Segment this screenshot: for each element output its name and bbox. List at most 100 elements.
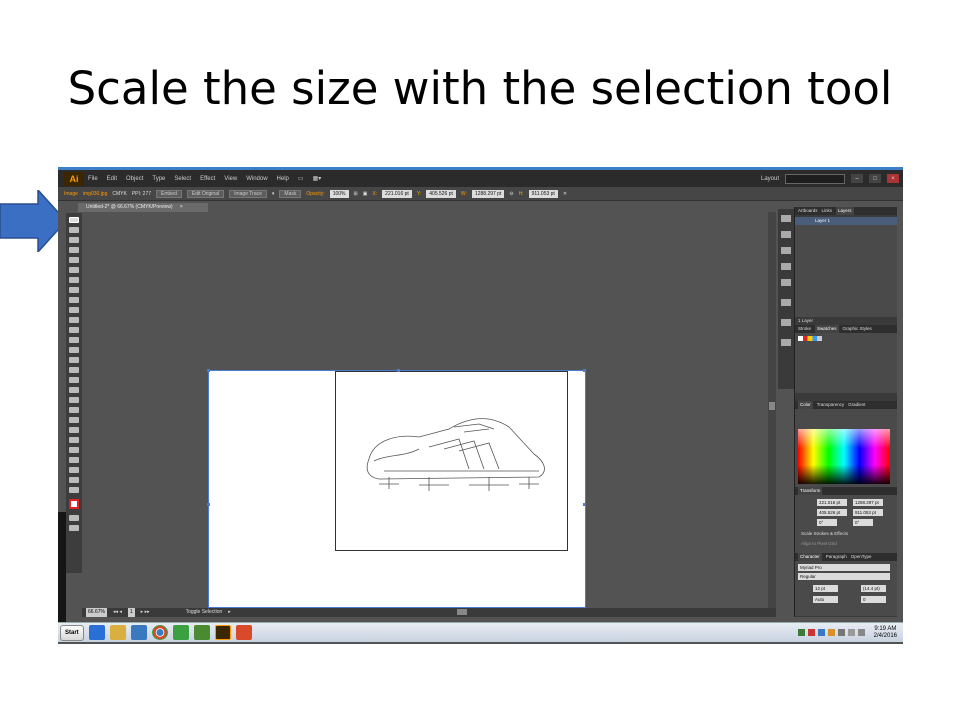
bridge-icon[interactable]: ▭ — [298, 175, 304, 182]
line-tool-icon[interactable] — [69, 277, 79, 283]
tab-gradient[interactable]: Gradient — [848, 401, 865, 409]
color-guide-icon[interactable] — [781, 215, 791, 222]
image-viewer-icon[interactable] — [193, 625, 210, 640]
pen-tool-icon[interactable] — [69, 257, 79, 263]
menu-help[interactable]: Help — [277, 176, 289, 182]
document-tab-close-icon[interactable]: × — [180, 204, 183, 210]
selection-handle-top-right[interactable] — [583, 369, 586, 372]
font-family-field[interactable]: Myriad Pro — [798, 564, 890, 571]
tracking-field[interactable]: 0 — [861, 596, 886, 603]
align-pixel-checkbox[interactable]: Align to Pixel Grid — [801, 541, 837, 546]
vertical-scrollbar-thumb[interactable] — [769, 402, 775, 410]
perspective-grid-tool-icon[interactable] — [69, 387, 79, 393]
free-transform-tool-icon[interactable] — [69, 367, 79, 373]
leading-field[interactable]: (14.4 pt) — [861, 585, 886, 592]
status-text[interactable]: Toggle Selection — [186, 608, 223, 617]
tray-orange-icon[interactable] — [827, 629, 835, 636]
menu-file[interactable]: File — [88, 176, 98, 182]
flag-icon[interactable] — [847, 629, 855, 636]
blob-brush-tool-icon[interactable] — [69, 317, 79, 323]
selection-tool-icon[interactable] — [69, 217, 79, 223]
menu-effect[interactable]: Effect — [200, 176, 215, 182]
vertical-scrollbar[interactable] — [768, 212, 776, 608]
tab-transparency[interactable]: Transparency — [817, 401, 844, 409]
selection-handle-middle-right[interactable] — [583, 503, 586, 506]
image-trace-button[interactable]: Image Trace — [229, 189, 267, 198]
minimize-button[interactable]: – — [851, 174, 863, 183]
brushes-icon[interactable] — [781, 231, 791, 238]
eraser-tool-icon[interactable] — [69, 327, 79, 333]
start-button[interactable]: Start — [60, 624, 84, 641]
artboard-nav-prev-icon[interactable]: ◂◂ ◂ — [113, 608, 122, 617]
tab-paragraph[interactable]: Paragraph — [826, 553, 847, 561]
tray-monitor-icon[interactable] — [837, 629, 845, 636]
scale-tool-icon[interactable] — [69, 347, 79, 353]
transform-icon[interactable]: ✕ — [563, 191, 567, 197]
glyphs-icon[interactable] — [781, 339, 791, 346]
tray-network-icon[interactable] — [817, 629, 825, 636]
tab-character[interactable]: Character — [798, 553, 822, 561]
status-menu-icon[interactable]: ▸ — [228, 608, 231, 617]
fill-stroke-swatch-icon[interactable] — [69, 499, 79, 509]
gradient-tool-icon[interactable] — [69, 407, 79, 413]
drawing-mode-icon[interactable] — [69, 515, 79, 521]
powerpoint-taskbar-icon[interactable] — [235, 625, 252, 640]
font-size-field[interactable]: 12 pt — [813, 585, 838, 592]
lasso-tool-icon[interactable] — [69, 247, 79, 253]
illustrator-taskbar-icon[interactable] — [214, 625, 231, 640]
h-field[interactable]: 911.053 pt — [528, 189, 558, 198]
linked-file-link[interactable]: img030.jpg — [83, 191, 107, 197]
hand-tool-icon[interactable] — [69, 477, 79, 483]
transform-x-field[interactable]: 221.016 pt — [817, 499, 847, 506]
shape-builder-tool-icon[interactable] — [69, 377, 79, 383]
artboard-number-field[interactable]: 1 — [127, 608, 135, 617]
edit-original-button[interactable]: Edit Original — [186, 189, 225, 198]
kerning-field[interactable]: Auto — [813, 596, 838, 603]
mesh-tool-icon[interactable] — [69, 397, 79, 403]
rectangle-tool-icon[interactable] — [69, 287, 79, 293]
network-app-icon[interactable] — [172, 625, 189, 640]
font-style-field[interactable]: Regular — [798, 573, 890, 580]
layer-row[interactable]: Layer 1 — [795, 217, 897, 225]
menu-type[interactable]: Type — [152, 176, 165, 182]
menu-select[interactable]: Select — [174, 176, 191, 182]
type-tool-icon[interactable] — [69, 267, 79, 273]
arrange-documents-icon[interactable]: ▦▾ — [313, 175, 322, 182]
symbols-icon[interactable] — [781, 247, 791, 254]
zoom-level-field[interactable]: 66.67% — [86, 608, 107, 617]
tab-transform[interactable]: Transform — [798, 487, 823, 495]
slice-tool-icon[interactable] — [69, 467, 79, 473]
width-tool-icon[interactable] — [69, 357, 79, 363]
column-graph-tool-icon[interactable] — [69, 447, 79, 453]
horizontal-scrollbar-thumb[interactable] — [456, 609, 467, 615]
transform-w-field[interactable]: 1288.297 pt — [853, 499, 883, 506]
direct-selection-tool-icon[interactable] — [69, 227, 79, 233]
symbol-sprayer-tool-icon[interactable] — [69, 437, 79, 443]
document-tab[interactable]: Untitled-2* @ 66.67% (CMYK/Preview) × — [78, 203, 208, 212]
color-spectrum[interactable] — [798, 429, 890, 484]
placed-image[interactable] — [207, 369, 586, 608]
tab-links[interactable]: Links — [822, 207, 833, 215]
tray-red-icon[interactable] — [807, 629, 815, 636]
align-panel-icon[interactable] — [781, 263, 791, 270]
menu-edit[interactable]: Edit — [107, 176, 117, 182]
workspace-switcher[interactable]: Layout — [761, 176, 779, 182]
selection-handle-middle-left[interactable] — [207, 503, 210, 506]
trace-preset-dropdown-icon[interactable]: ▾ — [272, 191, 275, 197]
transform-angle-field[interactable]: 0° — [817, 519, 837, 526]
reference-point-icon[interactable]: ▣ — [363, 191, 368, 197]
mask-button[interactable]: Mask — [279, 189, 302, 198]
scale-strokes-checkbox[interactable]: Scale Strokes & Effects — [801, 531, 848, 536]
align-icon[interactable]: ⊞ — [354, 191, 358, 197]
x-field[interactable]: 221.016 pt — [382, 189, 412, 198]
eyedropper-tool-icon[interactable] — [69, 417, 79, 423]
tab-opentype[interactable]: OpenType — [851, 553, 872, 561]
artboard-nav-next-icon[interactable]: ▸ ▸▸ — [141, 608, 150, 617]
rotate-tool-icon[interactable] — [69, 337, 79, 343]
selection-handle-top-left[interactable] — [207, 369, 210, 372]
y-field[interactable]: 405.526 pt — [426, 189, 456, 198]
tab-color[interactable]: Color — [798, 401, 813, 409]
opacity-field[interactable]: 100% — [329, 189, 349, 198]
tab-layers[interactable]: Layers — [836, 207, 854, 215]
maximize-button[interactable]: □ — [869, 174, 881, 183]
